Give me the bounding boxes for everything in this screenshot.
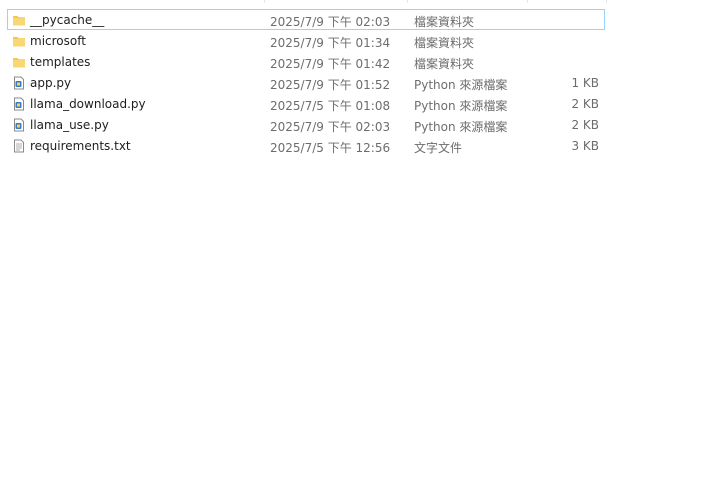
file-size: 3 KB <box>571 139 599 153</box>
file-modified: 2025/7/5 下午 12:56 <box>270 141 391 155</box>
file-type: 文字文件 <box>414 141 463 155</box>
text-file-icon <box>12 139 26 153</box>
file-type: Python 來源檔案 <box>414 120 508 134</box>
file-row[interactable]: templates 2025/7/9 下午 01:42 檔案資料夾 <box>7 51 605 72</box>
file-name: llama_use.py <box>30 118 109 132</box>
file-size: 2 KB <box>571 97 599 111</box>
file-row[interactable]: llama_download.py 2025/7/5 下午 01:08 Pyth… <box>7 93 605 114</box>
folder-icon <box>12 55 26 69</box>
file-name: microsoft <box>30 34 86 48</box>
file-type: Python 來源檔案 <box>414 99 508 113</box>
file-modified: 2025/7/9 下午 01:42 <box>270 57 391 71</box>
python-file-icon <box>12 118 26 132</box>
python-file-icon <box>12 97 26 111</box>
file-type: Python 來源檔案 <box>414 78 508 92</box>
file-name: templates <box>30 55 91 69</box>
file-size: 2 KB <box>571 118 599 132</box>
file-name: __pycache__ <box>30 13 105 27</box>
file-name: llama_download.py <box>30 97 146 111</box>
file-type: 檔案資料夾 <box>414 15 475 29</box>
file-modified: 2025/7/9 下午 01:52 <box>270 78 391 92</box>
file-name: app.py <box>30 76 72 90</box>
file-modified: 2025/7/9 下午 02:03 <box>270 15 391 29</box>
file-list-pane: __pycache__ 2025/7/9 下午 02:03 檔案資料夾 micr… <box>0 0 714 499</box>
python-file-icon <box>12 76 26 90</box>
file-size: 1 KB <box>571 76 599 90</box>
file-row[interactable]: microsoft 2025/7/9 下午 01:34 檔案資料夾 <box>7 30 605 51</box>
file-name: requirements.txt <box>30 139 131 153</box>
file-type: 檔案資料夾 <box>414 36 475 50</box>
folder-icon <box>12 13 26 27</box>
file-modified: 2025/7/9 下午 02:03 <box>270 120 391 134</box>
file-row[interactable]: __pycache__ 2025/7/9 下午 02:03 檔案資料夾 <box>7 9 605 30</box>
column-divider[interactable] <box>407 0 408 3</box>
file-type: 檔案資料夾 <box>414 57 475 71</box>
column-divider[interactable] <box>527 0 528 3</box>
folder-icon <box>12 34 26 48</box>
column-divider[interactable] <box>606 0 607 3</box>
file-row[interactable]: app.py 2025/7/9 下午 01:52 Python 來源檔案 1 K… <box>7 72 605 93</box>
file-row[interactable]: llama_use.py 2025/7/9 下午 02:03 Python 來源… <box>7 114 605 135</box>
file-modified: 2025/7/5 下午 01:08 <box>270 99 391 113</box>
file-list: __pycache__ 2025/7/9 下午 02:03 檔案資料夾 micr… <box>7 9 605 156</box>
file-row[interactable]: requirements.txt 2025/7/5 下午 12:56 文字文件 … <box>7 135 605 156</box>
column-divider[interactable] <box>264 0 265 3</box>
file-modified: 2025/7/9 下午 01:34 <box>270 36 391 50</box>
